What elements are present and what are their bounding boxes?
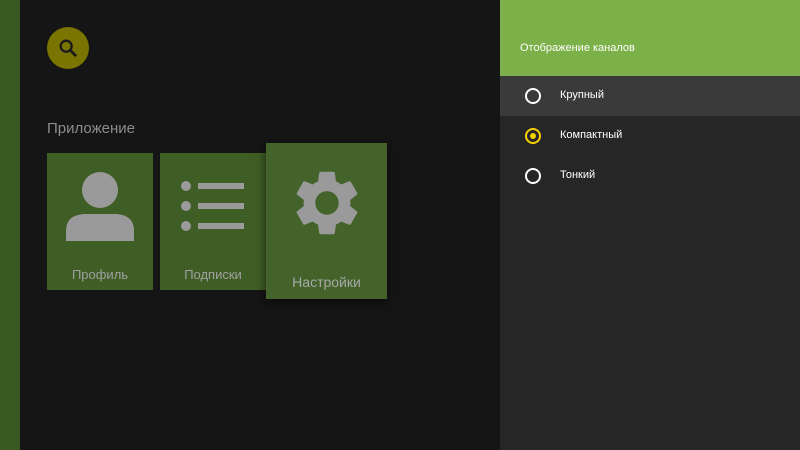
subscriptions-card-label: Подписки (184, 267, 242, 282)
panel-title: Отображение каналов (520, 42, 635, 54)
channel-display-panel: Отображение каналов Крупный Компактный Т… (500, 0, 800, 450)
radio-large[interactable] (525, 88, 541, 104)
option-large-label: Крупный (560, 89, 604, 101)
search-icon (59, 39, 77, 57)
settings-card-label: Настройки (292, 274, 361, 290)
radio-thin[interactable] (525, 168, 541, 184)
search-button[interactable] (47, 27, 89, 69)
list-icon (181, 181, 244, 231)
browse-area: Приложение Профиль Подписки Настройки (20, 0, 500, 450)
tv-settings-screen: Приложение Профиль Подписки Настройки От… (0, 0, 800, 450)
option-compact-label: Компактный (560, 129, 623, 141)
subscriptions-card[interactable]: Подписки (160, 153, 266, 290)
profile-card-label: Профиль (71, 267, 129, 282)
option-compact[interactable]: Компактный (500, 116, 800, 156)
option-thin-label: Тонкий (560, 169, 596, 181)
left-edge-strip (0, 0, 20, 450)
section-title: Приложение (47, 120, 135, 137)
radio-compact[interactable] (525, 128, 541, 144)
person-icon (66, 172, 134, 241)
option-thin[interactable]: Тонкий (500, 156, 800, 196)
option-large[interactable]: Крупный (500, 76, 800, 116)
settings-card[interactable]: Настройки (266, 143, 387, 299)
profile-card[interactable]: Профиль (47, 153, 153, 290)
panel-header: Отображение каналов (500, 0, 800, 76)
gear-icon (296, 171, 358, 235)
